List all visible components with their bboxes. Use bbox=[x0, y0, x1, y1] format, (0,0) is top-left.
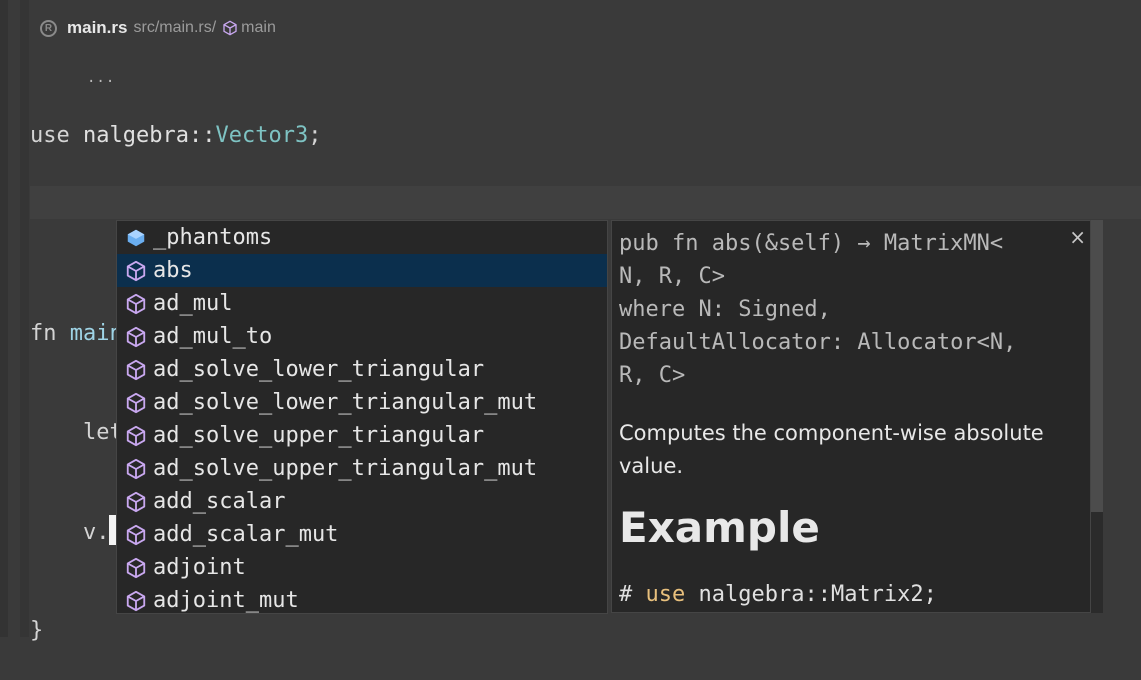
method-icon bbox=[126, 425, 146, 446]
method-icon bbox=[126, 359, 146, 380]
type-name: Vector3 bbox=[215, 123, 309, 148]
completion-item-label: ad_mul_to bbox=[153, 324, 273, 349]
editor-left-edge bbox=[0, 0, 8, 637]
breadcrumb: R main.rs src/main.rs/ main bbox=[40, 14, 276, 42]
completion-item-label: ad_solve_upper_triangular bbox=[153, 423, 485, 448]
cube-icon bbox=[223, 20, 237, 36]
completion-item[interactable]: add_scalar_mut bbox=[117, 518, 607, 551]
doc-signature: pub fn abs(&self) → MatrixMN< N, R, C> w… bbox=[619, 231, 1017, 388]
semicolon: ; bbox=[308, 123, 322, 148]
keyword-use: use bbox=[30, 123, 70, 148]
hint-dots: ··· bbox=[87, 74, 116, 90]
completion-item[interactable]: abs bbox=[117, 254, 607, 287]
completion-item[interactable]: ad_mul_to bbox=[117, 320, 607, 353]
breadcrumb-symbol-label: main bbox=[241, 19, 276, 36]
doc-example-heading: Example bbox=[619, 503, 820, 552]
completion-list[interactable]: _phantomsabs ad_mul ad_mul_to ad_solve_lowe… bbox=[116, 220, 608, 614]
close-icon[interactable]: × bbox=[1069, 225, 1086, 249]
method-icon bbox=[126, 524, 146, 545]
completion-item[interactable]: ad_solve_lower_triangular bbox=[117, 353, 607, 386]
completion-item-label: ad_solve_lower_triangular bbox=[153, 357, 485, 382]
completion-item[interactable]: _phantoms bbox=[117, 221, 607, 254]
example-keyword: use bbox=[645, 582, 686, 607]
completion-item-label: adjoint bbox=[153, 555, 246, 580]
completion-item-label: add_scalar bbox=[153, 489, 286, 514]
breadcrumb-path[interactable]: src/main.rs/ bbox=[133, 19, 216, 37]
member-access: v. bbox=[82, 520, 110, 545]
editor-gutter bbox=[20, 0, 29, 637]
method-icon bbox=[126, 557, 146, 578]
rust-file-icon: R bbox=[40, 19, 57, 37]
completion-item-label: ad_solve_lower_triangular_mut bbox=[153, 390, 538, 415]
method-icon bbox=[126, 491, 146, 512]
doc-example-code: # use nalgebra::Matrix2; bbox=[619, 578, 937, 611]
completion-item-label: ad_solve_upper_triangular_mut bbox=[153, 456, 538, 481]
keyword-fn: fn bbox=[30, 321, 57, 346]
doc-scrollbar-track[interactable] bbox=[1091, 512, 1103, 613]
method-icon bbox=[126, 392, 146, 413]
completion-item[interactable]: ad_solve_upper_triangular bbox=[117, 419, 607, 452]
method-icon bbox=[126, 590, 146, 611]
doc-description: Computes the component-wise absolute val… bbox=[619, 421, 1044, 478]
function-name: main bbox=[69, 321, 123, 346]
example-prefix: # bbox=[619, 582, 646, 607]
completion-item[interactable]: adjoint_mut bbox=[117, 584, 607, 613]
method-icon bbox=[126, 260, 146, 281]
path-separator: :: bbox=[188, 123, 216, 148]
method-icon bbox=[126, 326, 146, 347]
completion-item[interactable]: ad_solve_lower_triangular_mut bbox=[117, 386, 607, 419]
method-icon bbox=[126, 293, 146, 314]
completion-item-label: _phantoms bbox=[153, 225, 273, 250]
closing-brace: } bbox=[30, 618, 44, 643]
code-line-6: } bbox=[30, 614, 374, 647]
completion-item-label: abs bbox=[153, 258, 193, 283]
example-rest: nalgebra::Matrix2; bbox=[685, 582, 937, 607]
completion-item[interactable]: ad_solve_upper_triangular_mut bbox=[117, 452, 607, 485]
completion-item-label: add_scalar_mut bbox=[153, 522, 339, 547]
completion-item-label: ad_mul bbox=[153, 291, 233, 316]
completion-item[interactable]: add_scalar bbox=[117, 485, 607, 518]
crate-name: nalgebra bbox=[83, 123, 189, 148]
code-line-1: use nalgebra::Vector3; bbox=[30, 119, 374, 152]
completion-item[interactable]: ad_mul bbox=[117, 287, 607, 320]
completion-item[interactable]: adjoint bbox=[117, 551, 607, 584]
documentation-popup: pub fn abs(&self) → MatrixMN< N, R, C> w… bbox=[611, 220, 1091, 613]
completion-item-label: adjoint_mut bbox=[153, 588, 299, 613]
method-icon bbox=[126, 458, 146, 479]
doc-scrollbar-thumb[interactable] bbox=[1091, 220, 1103, 512]
field-icon bbox=[127, 229, 145, 246]
breadcrumb-symbol[interactable]: main bbox=[222, 19, 276, 37]
breadcrumb-file[interactable]: main.rs bbox=[67, 18, 127, 38]
